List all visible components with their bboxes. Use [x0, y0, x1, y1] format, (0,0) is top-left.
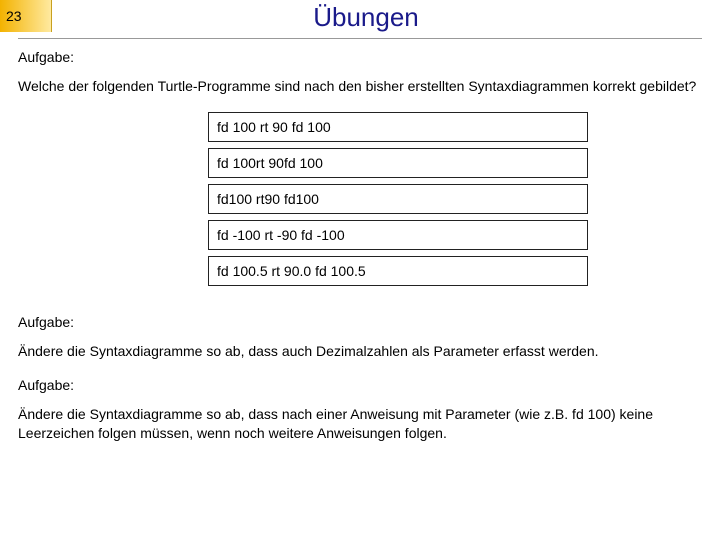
task-text-3: Ändere die Syntaxdiagramme so ab, dass n… — [18, 405, 702, 443]
code-option: fd -100 rt -90 fd -100 — [208, 220, 588, 250]
code-option: fd 100.5 rt 90.0 fd 100.5 — [208, 256, 588, 286]
code-option: fd100 rt90 fd100 — [208, 184, 588, 214]
page-number: 23 — [6, 8, 22, 24]
code-list: fd 100 rt 90 fd 100 fd 100rt 90fd 100 fd… — [208, 112, 588, 286]
task-label-2: Aufgabe: — [18, 314, 702, 330]
page-number-box: 23 — [0, 0, 52, 32]
content-area: Aufgabe: Welche der folgenden Turtle-Pro… — [0, 49, 720, 443]
task-label-3: Aufgabe: — [18, 377, 702, 393]
header-row: 23 Übungen — [0, 0, 720, 34]
task-label-1: Aufgabe: — [18, 49, 702, 65]
code-option: fd 100rt 90fd 100 — [208, 148, 588, 178]
page-title: Übungen — [52, 0, 720, 34]
header-divider — [18, 38, 702, 39]
code-option: fd 100 rt 90 fd 100 — [208, 112, 588, 142]
task-text-2: Ändere die Syntaxdiagramme so ab, dass a… — [18, 342, 702, 361]
task-text-1: Welche der folgenden Turtle-Programme si… — [18, 77, 702, 96]
